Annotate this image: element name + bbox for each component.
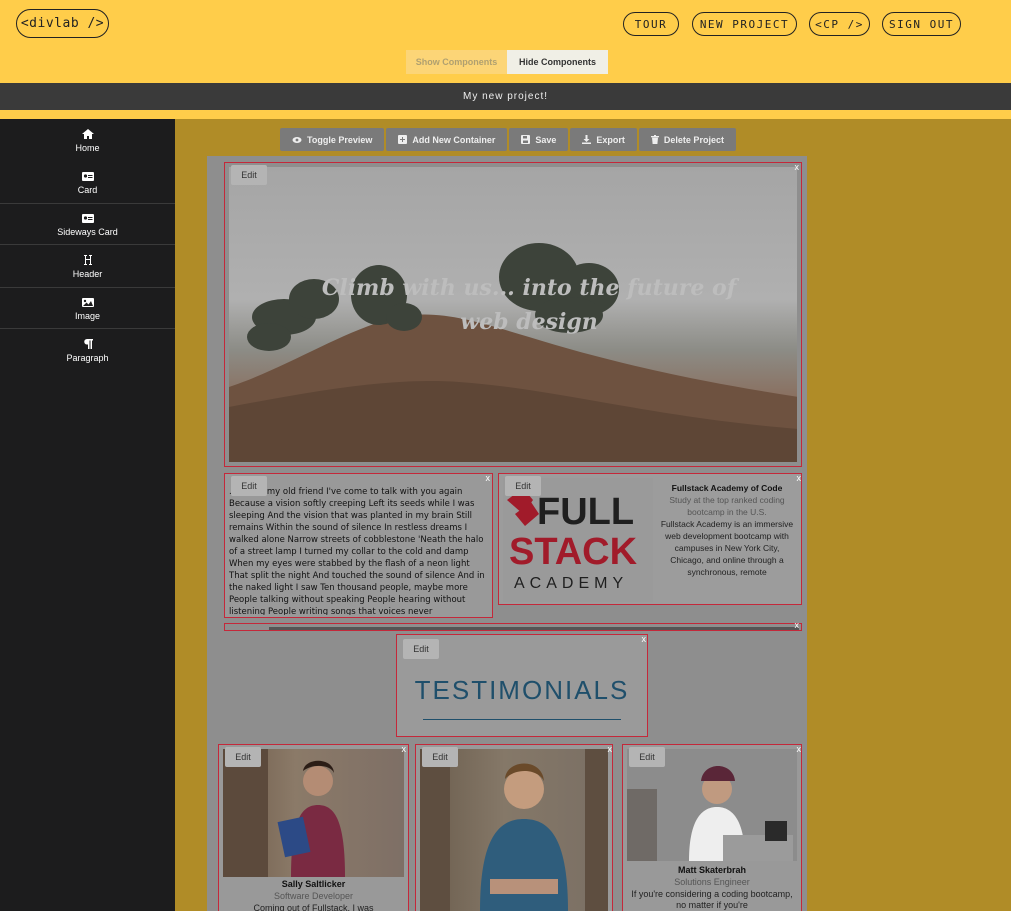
- card-role: Software Developer: [273, 891, 354, 901]
- edit-button[interactable]: Edit: [505, 476, 541, 496]
- sideways-card-title: Fullstack Academy of Code: [671, 483, 783, 493]
- fullstack-logo-image: FULL STACK ACADEMY: [503, 478, 653, 602]
- export-button[interactable]: Export: [570, 128, 637, 151]
- sidebar-item-label: Paragraph: [66, 352, 109, 363]
- header-container[interactable]: TESTIMONIALS Edit x: [396, 634, 648, 737]
- sidebar-item-label: Header: [72, 268, 103, 279]
- toolbar-label: Save: [535, 134, 557, 145]
- sidebar-item-label: Home: [75, 142, 100, 153]
- card-photo: [223, 749, 404, 877]
- delete-project-button[interactable]: Delete Project: [638, 128, 736, 151]
- plus-square-icon: [398, 135, 408, 144]
- testimonials-heading: TESTIMONIALS: [414, 675, 630, 705]
- top-header: <divlab /> TOUR NEW PROJECT <CP /> SIGN …: [0, 0, 1011, 83]
- card-role: Solutions Engineer: [674, 877, 750, 887]
- remove-button[interactable]: x: [608, 744, 613, 754]
- sideways-card-body: Fullstack Academy is an immersive web de…: [660, 519, 794, 577]
- id-card-icon: [81, 213, 94, 223]
- remove-button[interactable]: x: [797, 744, 802, 754]
- paragraph-text: ...kness, my old friend I've come to tal…: [229, 487, 485, 615]
- paragraph-container[interactable]: ...kness, my old friend I've come to tal…: [224, 473, 493, 618]
- sideways-card-subtitle: Study at the top ranked coding bootcamp …: [669, 495, 785, 517]
- new-project-button[interactable]: NEW PROJECT: [692, 12, 797, 36]
- edit-button[interactable]: Edit: [231, 476, 267, 496]
- testimonial-card[interactable]: Edit x: [415, 744, 613, 911]
- eye-icon: [292, 136, 302, 143]
- student-photo: [420, 749, 608, 911]
- fullstack-logo: FULL STACK ACADEMY: [507, 488, 638, 592]
- logo-line-stack: STACK: [509, 531, 638, 573]
- sidebar-item-label: Image: [74, 310, 100, 321]
- card-description: If you're considering a coding bootcamp,…: [631, 889, 793, 910]
- heading-underline: [423, 719, 621, 720]
- sidebar-item-paragraph[interactable]: Paragraph: [0, 329, 175, 371]
- project-title: My new project!: [462, 91, 549, 102]
- save-button[interactable]: Save: [509, 128, 569, 151]
- remove-button[interactable]: x: [795, 620, 800, 630]
- sideways-card-text: Fullstack Academy of Code Study at the t…: [657, 482, 797, 578]
- sidebar-item-header[interactable]: Header: [0, 245, 175, 287]
- toolbar-label: Add New Container: [412, 134, 496, 145]
- toolbar-label: Export: [596, 134, 625, 145]
- project-canvas: Climb with us... into the future of web …: [207, 156, 807, 911]
- toolbar-label: Delete Project: [663, 134, 724, 145]
- card-name: Matt Skaterbrah: [677, 865, 747, 875]
- sidebar-item-image[interactable]: Image: [0, 287, 175, 329]
- remove-button[interactable]: x: [642, 634, 647, 644]
- cp-button[interactable]: <CP />: [809, 12, 870, 36]
- hero-heading: Climb with us... into the future of web …: [321, 275, 737, 335]
- sidebar-item-card[interactable]: Card: [0, 161, 175, 203]
- remove-button[interactable]: x: [797, 473, 802, 483]
- home-icon: [81, 128, 94, 139]
- edit-button[interactable]: Edit: [629, 747, 665, 767]
- testimonial-card[interactable]: Matt Skaterbrah Solutions Engineer If yo…: [622, 744, 802, 911]
- testimonial-card[interactable]: Sally Saltlicker Software Developer Comi…: [218, 744, 409, 911]
- workspace: Toggle Preview Add New Container Save Ex…: [175, 119, 1011, 911]
- container-divider: [269, 627, 799, 630]
- hero-image: Climb with us... into the future of web …: [229, 167, 797, 462]
- edit-button[interactable]: Edit: [231, 165, 267, 185]
- editor-toolbar: Toggle Preview Add New Container Save Ex…: [280, 128, 736, 151]
- empty-container[interactable]: x: [224, 620, 802, 631]
- sidebar-item-label: Sideways Card: [57, 226, 118, 237]
- hero-container[interactable]: Climb with us... into the future of web …: [224, 162, 802, 467]
- sidebar-item-home[interactable]: Home: [0, 119, 175, 161]
- toggle-preview-button[interactable]: Toggle Preview: [280, 128, 385, 151]
- trash-icon: [650, 135, 659, 144]
- image-icon: [81, 297, 94, 307]
- id-card-icon: [81, 171, 94, 181]
- heading-icon: [83, 254, 92, 265]
- toolbar-label: Toggle Preview: [307, 134, 373, 145]
- paragraph-icon: [83, 338, 93, 349]
- download-icon: [582, 135, 592, 144]
- component-sidebar: Home Card Sideways Card Header Image Par…: [0, 119, 175, 911]
- sidebar-item-label: Card: [77, 184, 98, 195]
- card-description: Coming out of Fullstack, I was: [253, 903, 374, 911]
- remove-button[interactable]: x: [486, 473, 491, 483]
- edit-button[interactable]: Edit: [225, 747, 261, 767]
- logo-line-full: FULL: [537, 491, 634, 533]
- hide-components-button[interactable]: Hide Components: [507, 50, 608, 74]
- card-name: Sally Saltlicker: [281, 879, 346, 889]
- remove-button[interactable]: x: [795, 162, 800, 172]
- edit-button[interactable]: Edit: [403, 639, 439, 659]
- sideways-card-container[interactable]: FULL STACK ACADEMY Fullstack Academy of …: [498, 473, 802, 605]
- logo-button[interactable]: <divlab />: [16, 9, 109, 38]
- edit-button[interactable]: Edit: [422, 747, 458, 767]
- student-photo: [223, 749, 345, 877]
- save-icon: [521, 135, 531, 144]
- components-toggle: Show Components Hide Components: [406, 50, 608, 74]
- tour-button[interactable]: TOUR: [623, 12, 679, 36]
- sign-out-button[interactable]: SIGN OUT: [882, 12, 961, 36]
- sidebar-item-sideways-card[interactable]: Sideways Card: [0, 203, 175, 245]
- project-title-bar: My new project!: [0, 83, 1011, 110]
- card-photo: [420, 749, 608, 911]
- logo-line-academy: ACADEMY: [514, 575, 628, 592]
- divider: [0, 110, 1011, 119]
- add-container-button[interactable]: Add New Container: [386, 128, 508, 151]
- remove-button[interactable]: x: [402, 744, 407, 754]
- show-components-button[interactable]: Show Components: [406, 50, 507, 74]
